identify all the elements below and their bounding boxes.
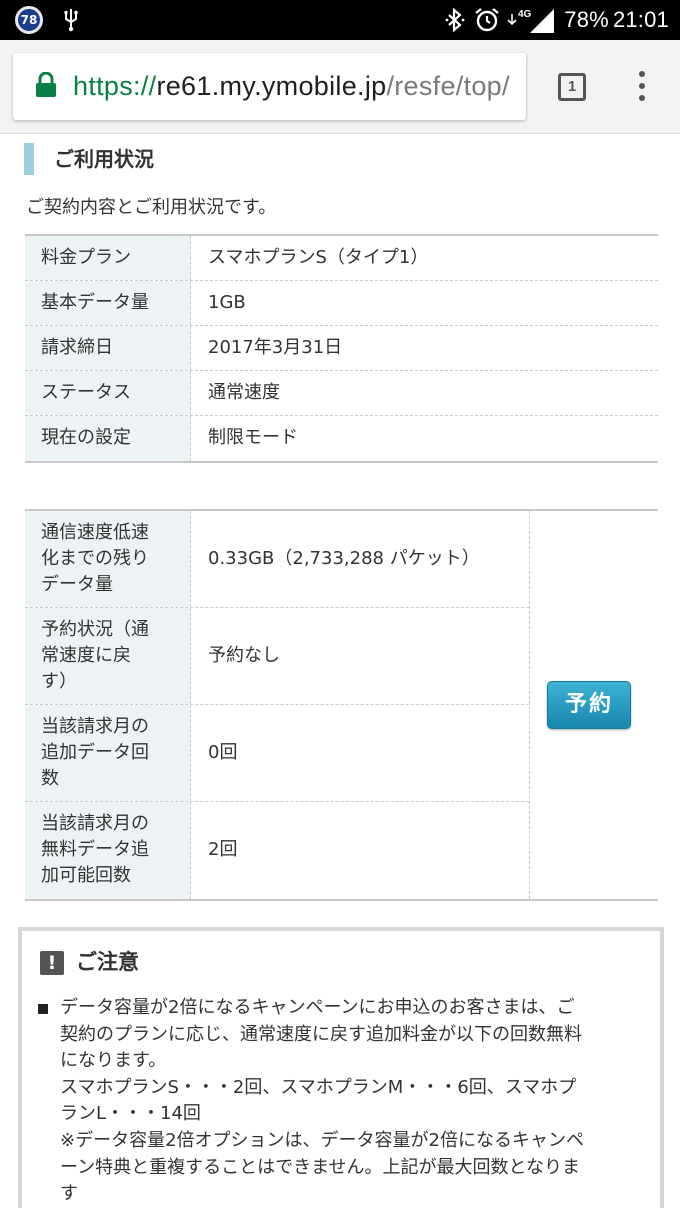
table-row: 基本データ量 1GB: [25, 281, 658, 326]
current-setting-label: 現在の設定: [25, 416, 191, 461]
bullet-icon: [38, 1004, 48, 1014]
billing-close-label: 請求締日: [25, 326, 191, 370]
url-scheme: https://: [73, 71, 157, 101]
status-label: ステータス: [25, 371, 191, 415]
remaining-data-value: 0.33GB（2,733,288 パケット）: [208, 548, 480, 569]
lock-icon[interactable]: [35, 72, 57, 98]
notice-box: ! ご注意 データ容量が2倍になるキャンペーンにお申込のお客さまは、ご 契約のプ…: [18, 927, 664, 1208]
current-setting-value: 制限モード: [208, 427, 298, 448]
reserve-button[interactable]: 予約: [547, 681, 631, 729]
address-bar[interactable]: https://re61.my.ymobile.jp/resfe/top/: [13, 53, 526, 120]
url-text[interactable]: https://re61.my.ymobile.jp/resfe/top/: [73, 69, 510, 103]
tab-switcher-button[interactable]: 1: [558, 73, 586, 101]
table-row: 予約状況（通 常速度に戻 す） 予約なし: [25, 608, 529, 705]
status-bar: 78 4G 78% 21:01: [0, 0, 680, 40]
table-row: 当該請求月の 追加データ回数 0回: [25, 705, 529, 802]
table-row: 料金プラン スマホプランS（タイプ1）: [25, 236, 658, 281]
notice-title: ご注意: [76, 950, 139, 974]
base-data-value: 1GB: [208, 292, 246, 313]
page-content: ご利用状況 ご契約内容とご利用状況です。 料金プラン スマホプランS（タイプ1）…: [0, 135, 680, 1208]
url-host: re61.my.ymobile.jp: [156, 71, 387, 101]
notice-text: データ容量が2倍になるキャンペーンにお申込のお客さまは、ご 契約のプランに応じ、…: [60, 997, 584, 1205]
base-data-label: 基本データ量: [25, 281, 191, 325]
billing-close-value: 2017年3月31日: [208, 337, 343, 358]
url-path: /resfe/top/: [386, 71, 510, 101]
table-row: 当該請求月の 無料データ追 加可能回数 2回: [25, 802, 529, 899]
signal-icon: 4G: [507, 9, 554, 33]
notification-badge: 78: [15, 6, 43, 34]
table-row: 通信速度低速 化までの残り データ量 0.33GB（2,733,288 パケット）: [25, 511, 529, 608]
plan-info-table: 料金プラン スマホプランS（タイプ1） 基本データ量 1GB 請求締日 2017…: [25, 234, 658, 463]
added-data-count-value: 0回: [208, 742, 238, 763]
table-row: 現在の設定 制限モード: [25, 416, 658, 461]
data-usage-table: 通信速度低速 化までの残り データ量 0.33GB（2,733,288 パケット） …: [25, 509, 658, 901]
section-title: ご利用状況: [24, 143, 154, 175]
free-data-count-label: 当該請求月の 無料データ追 加可能回数: [25, 802, 191, 899]
remaining-data-label: 通信速度低速 化までの残り データ量: [25, 511, 191, 607]
table-row: ステータス 通常速度: [25, 371, 658, 416]
section-description: ご契約内容とご利用状況です。: [26, 197, 277, 218]
status-right: 78% 21:01: [560, 5, 669, 35]
plan-value: スマホプランS（タイプ1）: [208, 247, 429, 268]
bluetooth-icon: [445, 8, 465, 32]
browser-toolbar: https://re61.my.ymobile.jp/resfe/top/ 1: [0, 40, 680, 134]
more-menu-icon[interactable]: [636, 71, 648, 105]
reservation-status-label: 予約状況（通 常速度に戻 す）: [25, 608, 191, 704]
plan-label: 料金プラン: [25, 236, 191, 280]
reservation-status-value: 予約なし: [208, 645, 280, 666]
alarm-icon: [475, 8, 499, 32]
warning-icon: !: [40, 951, 64, 975]
action-column: 予約: [529, 511, 658, 899]
status-value: 通常速度: [208, 382, 280, 403]
table-row: 請求締日 2017年3月31日: [25, 326, 658, 371]
free-data-count-value: 2回: [208, 839, 238, 860]
network-type: 4G: [518, 9, 532, 20]
added-data-count-label: 当該請求月の 追加データ回数: [25, 705, 191, 801]
clock: 21:01: [612, 7, 669, 32]
battery-level: 78%: [564, 7, 609, 32]
usb-icon: [64, 9, 78, 32]
